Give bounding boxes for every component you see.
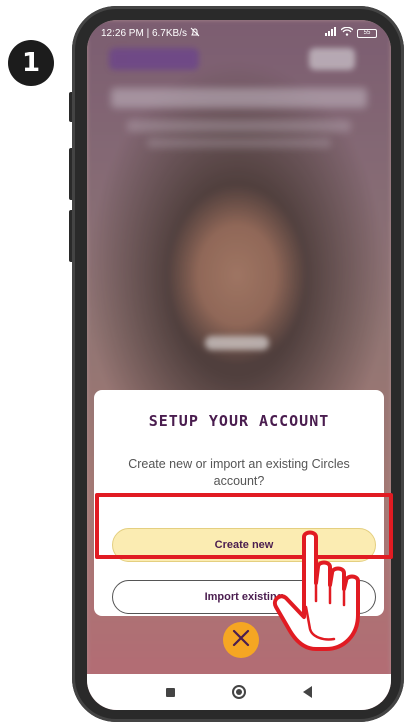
create-new-button[interactable]: Create new [112,528,376,562]
battery-level: 55 [363,30,371,36]
back-triangle-icon[interactable] [303,686,313,698]
status-right: 55 [325,26,377,39]
recent-apps-square-icon[interactable] [165,687,175,697]
step-number: 1 [21,48,41,78]
wifi-icon [340,26,354,39]
alarm-off-icon [190,27,200,40]
create-new-label: Create new [214,539,274,551]
signal-icon [325,27,337,39]
home-circle-icon[interactable] [231,685,246,699]
phone-screen: 12:26 PM | 6.7KB/s 55 SETUP YOUR ACCOUNT… [87,20,391,710]
import-existing-label: Import existing [204,591,284,603]
close-icon [231,628,251,652]
dialog-title: SETUP YOUR ACCOUNT [148,412,330,430]
status-bar: 12:26 PM | 6.7KB/s 55 [87,20,391,46]
import-existing-button[interactable]: Import existing [112,580,376,614]
dialog-message: Create new or import an existing Circles… [128,457,350,488]
setup-account-dialog: SETUP YOUR ACCOUNT Create new or import … [94,390,384,616]
system-nav-bar [87,674,391,710]
close-button[interactable] [223,622,259,658]
battery-icon: 55 [357,28,377,38]
status-time-speed: 12:26 PM | 6.7KB/s [101,27,187,39]
status-left: 12:26 PM | 6.7KB/s [101,27,200,40]
step-number-badge: 1 [8,40,54,86]
